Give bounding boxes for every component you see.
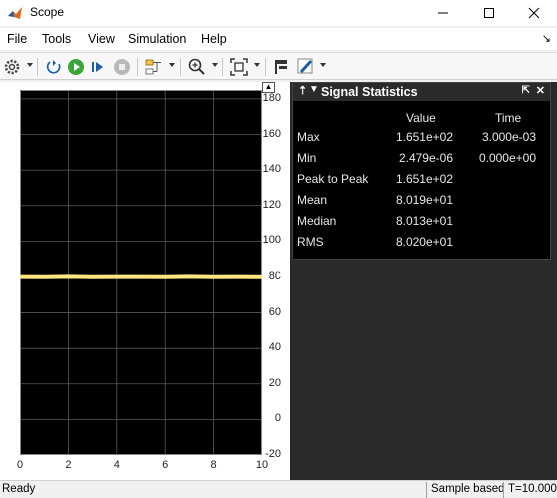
step-forward-icon[interactable] bbox=[88, 57, 108, 77]
close-icon bbox=[528, 7, 540, 19]
toolbar-separator bbox=[222, 58, 223, 76]
run-icon[interactable] bbox=[66, 57, 86, 77]
close-button[interactable] bbox=[511, 0, 557, 26]
minimize-button[interactable] bbox=[420, 0, 466, 26]
minimize-icon bbox=[437, 7, 449, 19]
stat-row: RMS 8.020e+01 bbox=[293, 235, 550, 255]
title-bar: Scope bbox=[0, 0, 557, 26]
status-bar: Ready Sample based T=10.000 bbox=[0, 480, 557, 497]
stat-row: Median 8.013e+01 bbox=[293, 214, 550, 234]
zoom-icon[interactable] bbox=[187, 57, 207, 77]
step-back-icon[interactable] bbox=[44, 57, 64, 77]
stat-row: Mean 8.019e+01 bbox=[293, 193, 550, 213]
signal-statistics-panel: ⇡ ▼ Signal Statistics ⇱ ✕ Value Time Max… bbox=[292, 82, 551, 260]
window-title: Scope bbox=[30, 5, 64, 19]
stat-label: Median bbox=[297, 214, 336, 228]
undock-icon[interactable]: ↘ bbox=[542, 32, 551, 45]
signal-select-icon[interactable] bbox=[144, 57, 164, 77]
stat-label: Min bbox=[297, 151, 316, 165]
stat-time: 0.000e+00 bbox=[479, 151, 536, 165]
stats-header: ⇡ ▼ Signal Statistics ⇱ ✕ bbox=[293, 83, 550, 101]
stat-value: 8.013e+01 bbox=[396, 214, 453, 228]
highlight-dropdown-icon[interactable] bbox=[320, 63, 326, 67]
undock-panel-icon[interactable]: ⇱ bbox=[522, 85, 530, 96]
menu-view[interactable]: View bbox=[88, 32, 115, 46]
stat-row: Max 1.651e+02 3.000e-03 bbox=[293, 130, 550, 150]
zoom-dropdown-icon[interactable] bbox=[212, 63, 218, 67]
toolbar bbox=[0, 52, 557, 80]
settings-icon[interactable] bbox=[2, 57, 22, 77]
x-tick-label: 6 bbox=[155, 459, 175, 471]
x-tick-label: 8 bbox=[204, 459, 224, 471]
toolbar-separator bbox=[37, 58, 38, 76]
x-tick-label: 10 bbox=[252, 459, 272, 471]
maximize-button[interactable] bbox=[466, 0, 512, 26]
stat-value: 1.651e+02 bbox=[396, 172, 453, 186]
fit-to-view-icon[interactable] bbox=[229, 57, 249, 77]
col-value-header: Value bbox=[406, 111, 436, 125]
col-time-header: Time bbox=[495, 111, 521, 125]
status-sample-mode: Sample based bbox=[426, 482, 509, 498]
x-tick-label: 2 bbox=[58, 459, 78, 471]
stat-label: Max bbox=[297, 130, 320, 144]
signal-dropdown-icon[interactable] bbox=[169, 63, 175, 67]
scope-axes[interactable] bbox=[20, 90, 262, 455]
menu-file[interactable]: File bbox=[7, 32, 27, 46]
collapse-triangle-icon[interactable]: ▼ bbox=[309, 84, 319, 95]
stat-label: Mean bbox=[297, 193, 327, 207]
expand-legend-icon[interactable]: ▲ bbox=[262, 82, 275, 93]
toolbar-separator bbox=[265, 58, 266, 76]
stat-label: Peak to Peak bbox=[297, 172, 368, 186]
stat-row: Min 2.479e-06 0.000e+00 bbox=[293, 151, 550, 171]
stat-value: 1.651e+02 bbox=[396, 130, 453, 144]
status-ready: Ready bbox=[2, 483, 35, 495]
stop-icon[interactable] bbox=[112, 57, 132, 77]
stat-value: 8.020e+01 bbox=[396, 235, 453, 249]
menu-bar: File Tools View Simulation Help ↘ bbox=[0, 28, 557, 50]
highlight-icon[interactable] bbox=[296, 57, 316, 77]
stat-value: 8.019e+01 bbox=[396, 193, 453, 207]
fit-dropdown-icon[interactable] bbox=[254, 63, 260, 67]
menu-help[interactable]: Help bbox=[201, 32, 227, 46]
panel-resize-arrows-icon[interactable] bbox=[276, 262, 284, 298]
stat-row: Peak to Peak 1.651e+02 bbox=[293, 172, 550, 192]
toolbar-separator bbox=[180, 58, 181, 76]
stat-label: RMS bbox=[297, 235, 324, 249]
menu-simulation[interactable]: Simulation bbox=[128, 32, 186, 46]
cursor-icon[interactable] bbox=[272, 57, 292, 77]
matlab-icon bbox=[7, 5, 23, 21]
maximize-icon bbox=[483, 7, 495, 19]
stats-title: Signal Statistics bbox=[321, 85, 418, 99]
toolbar-separator bbox=[137, 58, 138, 76]
menu-tools[interactable]: Tools bbox=[42, 32, 71, 46]
x-tick-label: 4 bbox=[107, 459, 127, 471]
x-tick-label: 0 bbox=[10, 459, 30, 471]
close-panel-icon[interactable]: ✕ bbox=[536, 84, 545, 97]
stat-time: 3.000e-03 bbox=[482, 130, 536, 144]
pin-icon[interactable]: ⇡ bbox=[298, 84, 307, 97]
status-time: T=10.000 bbox=[503, 482, 557, 498]
settings-dropdown-icon[interactable] bbox=[27, 63, 33, 67]
plot-background bbox=[20, 90, 262, 455]
stat-value: 2.479e-06 bbox=[399, 151, 453, 165]
